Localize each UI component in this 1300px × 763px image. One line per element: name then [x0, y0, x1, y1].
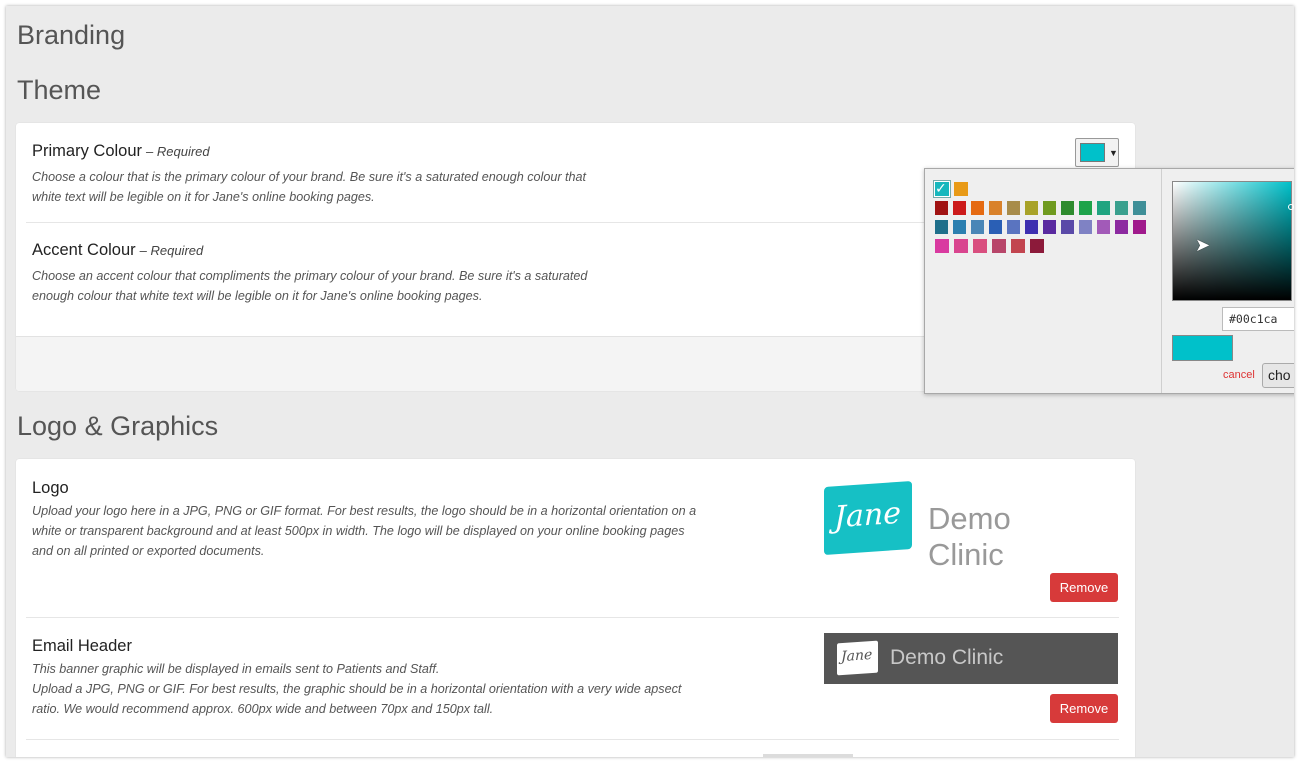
logo-desc-line-2: white or transparent background and at l…	[32, 524, 685, 538]
palette-swatch[interactable]	[935, 239, 949, 253]
palette-swatch[interactable]	[992, 239, 1006, 253]
palette-swatch[interactable]	[1030, 239, 1044, 253]
palette-swatch[interactable]	[1011, 239, 1025, 253]
branding-settings-page: Branding Theme Primary Colour – Required …	[6, 6, 1294, 757]
accent-colour-title: Accent Colour	[32, 241, 136, 259]
palette-swatch[interactable]	[1133, 220, 1146, 234]
palette-row	[935, 239, 1151, 258]
email-header-title: Email Header	[32, 637, 132, 655]
palette-swatch[interactable]	[1115, 201, 1128, 215]
palette-swatch[interactable]	[1061, 220, 1074, 234]
palette-swatch[interactable]	[1115, 220, 1128, 234]
logo-mark-text: Jane	[834, 495, 901, 536]
checkmark-icon: ✓	[935, 180, 947, 196]
primary-required-label: – Required	[146, 144, 210, 159]
primary-desc-line-2: white text will be legible on it for Jan…	[32, 190, 375, 204]
palette-swatch[interactable]	[1025, 220, 1038, 234]
logo-desc-line-3: and on all printed or exported documents…	[32, 544, 265, 558]
palette-swatch[interactable]	[989, 201, 1002, 215]
jane-logo-mark: Jane	[824, 480, 912, 556]
accent-desc-line-2: enough colour that white text will be le…	[32, 289, 483, 303]
palette-swatch[interactable]	[971, 201, 984, 215]
palette-row: ✓	[935, 180, 1151, 201]
palette-swatch[interactable]	[935, 220, 948, 234]
divider	[26, 739, 1119, 740]
palette-swatch[interactable]	[1097, 220, 1110, 234]
primary-colour-description: Choose a colour that is the primary colo…	[32, 167, 586, 207]
palette-swatch[interactable]	[1061, 201, 1074, 215]
palette-swatch[interactable]	[953, 220, 966, 234]
logo-title: Logo	[32, 479, 69, 497]
palette-swatch[interactable]: ✓	[935, 180, 949, 196]
page-title: Branding	[17, 20, 126, 50]
choose-button[interactable]: cho	[1262, 363, 1294, 388]
banner-brand-text: Demo Clinic	[890, 646, 1004, 669]
divider	[26, 617, 1119, 618]
palette-swatch[interactable]	[954, 239, 968, 253]
palette-swatch[interactable]	[1079, 220, 1092, 234]
accent-colour-description: Choose an accent colour that compliments…	[32, 266, 587, 306]
picker-divider	[1161, 169, 1162, 393]
email-desc-line-1: This banner graphic will be displayed in…	[32, 662, 440, 676]
email-desc-line-3: ratio. We would recommend approx. 600px …	[32, 702, 494, 716]
saturation-value-field[interactable]	[1172, 181, 1294, 301]
caret-down-icon: ▼	[1109, 147, 1118, 158]
banner-mark-text: Jane	[841, 646, 873, 666]
logo-graphics-heading: Logo & Graphics	[17, 411, 219, 441]
theme-heading: Theme	[17, 75, 102, 105]
logo-desc-line-1: Upload your logo here in a JPG, PNG or G…	[32, 504, 697, 518]
palette-swatch[interactable]	[935, 201, 948, 215]
email-header-row: Email Header This banner graphic will be…	[32, 637, 681, 719]
palette-row	[935, 201, 1151, 220]
logo-graphics-card: Logo Upload your logo here in a JPG, PNG…	[16, 459, 1135, 757]
palette-swatch[interactable]	[1079, 201, 1092, 215]
palette-swatch[interactable]	[1007, 201, 1020, 215]
remove-logo-button[interactable]: Remove	[1050, 573, 1118, 602]
jane-banner-mark: Jane	[837, 640, 878, 676]
colour-palette: ✓	[935, 180, 1151, 258]
hex-colour-input[interactable]: #00c1ca	[1222, 307, 1294, 331]
colour-picker-popover: ✓ ➤ #00c1ca cancel cho	[924, 168, 1294, 394]
email-desc-line-2: Upload a JPG, PNG or GIF. For best resul…	[32, 682, 682, 696]
accent-desc-line-1: Choose an accent colour that compliments…	[32, 269, 588, 283]
palette-swatch[interactable]	[1043, 201, 1056, 215]
email-header-description: This banner graphic will be displayed in…	[32, 659, 681, 719]
palette-swatch[interactable]	[989, 220, 1002, 234]
logo-brand-text: Demo Clinic	[928, 501, 1011, 572]
primary-desc-line-1: Choose a colour that is the primary colo…	[32, 170, 587, 184]
palette-swatch[interactable]	[971, 220, 984, 234]
primary-colour-picker-button[interactable]: ▼	[1075, 138, 1119, 167]
palette-swatch[interactable]	[1097, 201, 1110, 215]
palette-swatch[interactable]	[1025, 201, 1038, 215]
remove-email-header-button[interactable]: Remove	[1050, 694, 1118, 723]
palette-row	[935, 220, 1151, 239]
palette-swatch[interactable]	[1043, 220, 1056, 234]
accent-required-label: – Required	[139, 243, 204, 258]
mouse-cursor-icon: ➤	[1195, 235, 1211, 255]
email-header-preview: Jane Demo Clinic	[824, 633, 1118, 684]
accent-colour-row: Accent Colour – Required Choose an accent…	[32, 241, 587, 306]
logo-preview: Jane Demo Clinic	[824, 480, 1094, 572]
selected-colour-preview	[1172, 335, 1233, 361]
primary-colour-swatch	[1080, 143, 1105, 162]
logo-row: Logo Upload your logo here in a JPG, PNG…	[32, 479, 696, 561]
cancel-link[interactable]: cancel	[1223, 369, 1255, 381]
palette-swatch[interactable]	[953, 201, 966, 215]
picker-handle[interactable]	[1288, 204, 1294, 210]
primary-colour-row: Primary Colour – Required Choose a colour…	[32, 142, 586, 207]
primary-colour-title: Primary Colour	[32, 142, 143, 160]
palette-swatch[interactable]	[973, 239, 987, 253]
palette-swatch[interactable]	[954, 182, 968, 196]
palette-swatch[interactable]	[1133, 201, 1146, 215]
scroll-indicator	[763, 754, 853, 757]
palette-swatch[interactable]	[1007, 220, 1020, 234]
logo-description: Upload your logo here in a JPG, PNG or G…	[32, 501, 696, 561]
